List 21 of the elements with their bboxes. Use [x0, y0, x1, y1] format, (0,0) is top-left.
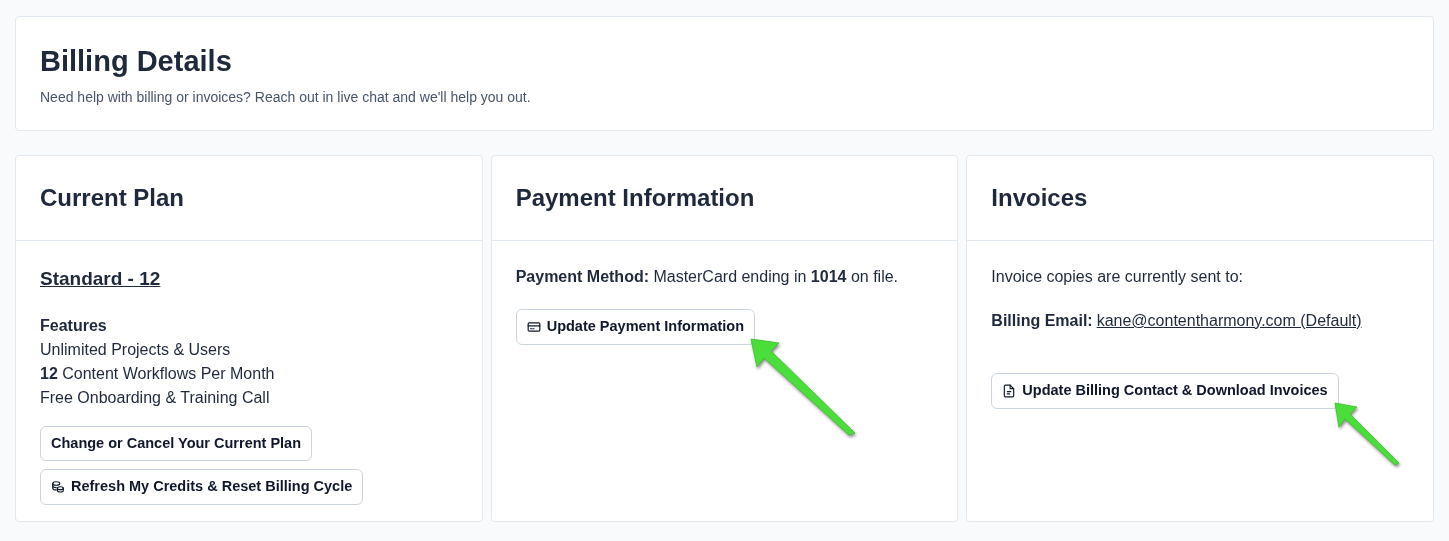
- coins-icon: [51, 480, 65, 495]
- email-label: Billing Email:: [991, 311, 1093, 331]
- action-button[interactable]: Change or Cancel Your Current Plan: [40, 425, 313, 462]
- action-button[interactable]: Update Payment Information: [515, 309, 756, 345]
- feature-item: Free Onboarding & Training Call: [40, 387, 271, 408]
- action-button[interactable]: Refresh My Credits & Reset Billing Cycle: [40, 469, 364, 505]
- plan-name[interactable]: Standard - 12: [40, 265, 458, 294]
- credit-card-icon: [526, 319, 541, 334]
- info-text: Payment Method: MasterCard ending in 1014 on file.: [515, 267, 900, 287]
- features-heading: Features: [40, 315, 108, 336]
- card-title: Payment Information: [515, 183, 755, 213]
- card-title: Current Plan: [40, 183, 185, 213]
- action-button[interactable]: Update Billing Contact & Download Invoices: [991, 373, 1339, 409]
- feature-item: Unlimited Projects & Users: [40, 339, 232, 360]
- email-link[interactable]: kane@contentharmony.com (Default): [1096, 309, 1362, 333]
- document-icon: [1002, 383, 1017, 398]
- card-title: Invoices: [991, 183, 1088, 213]
- info-text: Invoice copies are currently sent to:: [991, 267, 1244, 287]
- page-title: Billing Details: [40, 44, 233, 79]
- feature-item: 12 Content Workflows Per Month: [40, 363, 276, 384]
- page-subtitle: Need help with billing or invoices? Reach out in live chat and we'll help you out.: [40, 88, 532, 107]
